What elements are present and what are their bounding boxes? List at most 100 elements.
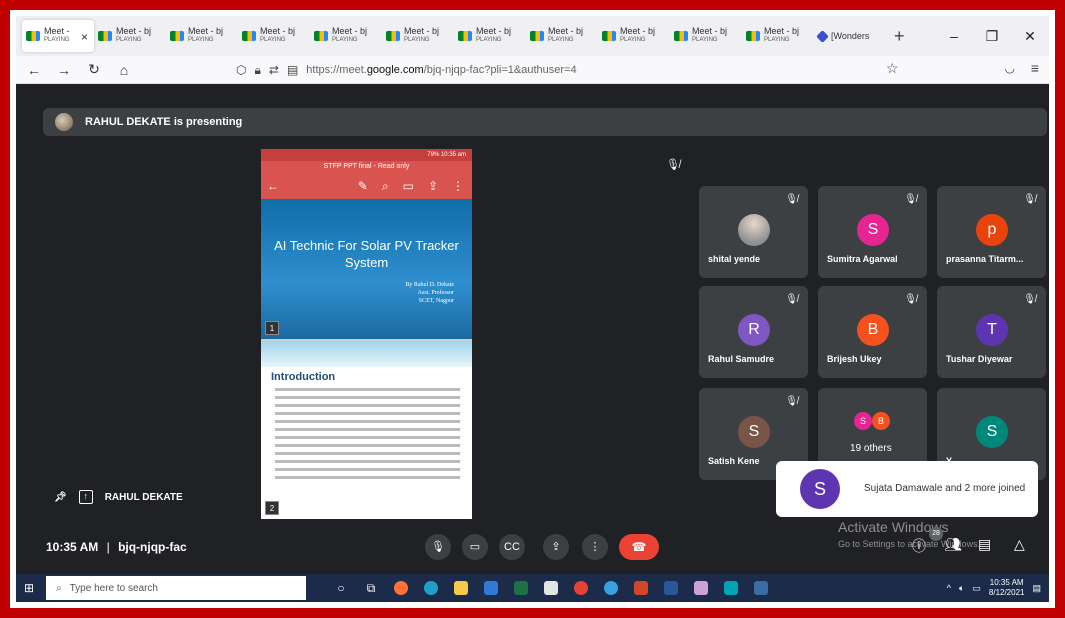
browser-tab[interactable]: Meet - bj PLAYING	[382, 20, 454, 52]
browser-tab[interactable]: Meet - bj PLAYING	[670, 20, 742, 52]
close-window-icon[interactable]: ✕	[1011, 28, 1049, 45]
participant-tile[interactable]: 🎙︎̸ B Brijesh Ukey	[818, 286, 927, 378]
notifications-icon[interactable]: ▤	[1032, 583, 1041, 594]
browser-tab[interactable]: Meet - bj PLAYING	[94, 20, 166, 52]
notification-text: Sujata Damawale and 2 more joined	[864, 483, 1026, 494]
participant-tile[interactable]: 🎙︎̸ R Rahul Samudre	[699, 286, 808, 378]
store-icon[interactable]	[536, 578, 566, 598]
bookmark-star-icon[interactable]: ☆	[886, 60, 899, 77]
back-icon[interactable]: ←	[22, 62, 46, 78]
slide-page-2: Introduction 2	[261, 341, 472, 519]
browser-tab-wondershare[interactable]: [Wonders	[814, 20, 886, 52]
reload-icon[interactable]: ↻	[82, 61, 106, 78]
tab-title: Meet - bj	[476, 27, 512, 36]
edge-icon[interactable]	[416, 578, 446, 598]
browser-tab[interactable]: Meet - bj PLAYING	[166, 20, 238, 52]
avatar: S	[976, 416, 1008, 448]
tab-title: Meet - bj	[260, 27, 296, 36]
mic-off-icon: 🎙︎̸	[785, 294, 798, 305]
tab-title: Meet - bj	[116, 27, 152, 36]
separator: |	[106, 540, 110, 554]
chevron-up-icon[interactable]: ^	[947, 583, 951, 593]
slide-text-line	[275, 468, 460, 471]
google-meet-icon	[746, 31, 760, 41]
leave-call-button[interactable]: ☎	[619, 534, 659, 560]
slide-text-line	[275, 404, 460, 407]
network-icon[interactable]: ▭	[972, 583, 981, 594]
camera-button[interactable]: ▭	[462, 534, 488, 560]
tab-status: PLAYING	[548, 37, 574, 43]
slide-author: By Rahul D. Dekate Asst. Professor SCET,…	[405, 281, 454, 305]
chat-icon[interactable]: ▤	[978, 536, 991, 553]
present-now-button[interactable]: ⇪	[543, 534, 569, 560]
browser-tab[interactable]: Meet - bj PLAYING	[310, 20, 382, 52]
avatar	[55, 113, 73, 131]
excel-icon[interactable]	[506, 578, 536, 598]
meeting-info: 10:35 AM | bjq-njqp-fac	[46, 540, 187, 554]
meeting-details-icon[interactable]: ⓘ	[912, 536, 926, 556]
address-bar[interactable]: ⬡ 🔒︎ ⇄ ▤ https://meet.google.com/bjq-njq…	[236, 60, 926, 80]
taskbar-search[interactable]: ⌕ Type here to search	[46, 576, 306, 600]
close-tab-icon[interactable]: ×	[81, 30, 88, 44]
mail-icon[interactable]	[476, 578, 506, 598]
slide-heading: Introduction	[271, 371, 336, 383]
tab-status: PLAYING	[764, 37, 790, 43]
browser-tab[interactable]: Meet - bj PLAYING	[454, 20, 526, 52]
browser-nav-bar: ← → ↻ ⌂ ⬡ 🔒︎ ⇄ ▤ https://meet.google.com…	[16, 56, 1049, 84]
home-icon[interactable]: ⌂	[112, 62, 136, 78]
menu-icon[interactable]: ≡	[1031, 60, 1039, 76]
browser-tab[interactable]: Meet - PLAYING ×	[22, 20, 94, 52]
avatar	[738, 214, 770, 246]
phone-status: 79% 10:35 am	[427, 152, 466, 158]
taskbar-clock[interactable]: 10:35 AM 8/12/2021	[989, 578, 1025, 598]
captions-button[interactable]: CC	[499, 534, 525, 560]
google-meet-icon	[170, 31, 184, 41]
slide-text-line	[275, 388, 460, 391]
meet-app-icon[interactable]	[716, 578, 746, 598]
activities-icon[interactable]: △	[1014, 536, 1025, 553]
browser-tab[interactable]: Meet - bj PLAYING	[526, 20, 598, 52]
url-path: /bjq-njqp-fac?pli=1&authuser=4	[423, 64, 577, 76]
google-meet-icon	[386, 31, 400, 41]
presentation-screen: 79% 10:35 am STFP PPT final - Read only …	[261, 149, 472, 519]
task-view-icon[interactable]: ⧉	[356, 578, 386, 598]
forward-icon[interactable]: →	[52, 62, 76, 78]
tab-status: PLAYING	[620, 37, 646, 43]
avatar: S	[854, 412, 872, 430]
more-options-button[interactable]: ⋮	[582, 534, 608, 560]
file-explorer-icon[interactable]	[446, 578, 476, 598]
firefox-icon[interactable]	[386, 578, 416, 598]
google-meet-icon	[602, 31, 616, 41]
chrome-icon[interactable]	[566, 578, 596, 598]
powerpoint-icon[interactable]	[626, 578, 656, 598]
cortana-icon[interactable]: ○	[326, 578, 356, 598]
restore-icon[interactable]: ❐	[973, 28, 1011, 45]
permissions-icon[interactable]: ⇄	[269, 63, 279, 77]
participant-tile[interactable]: 🎙︎̸ S Sumitra Agarwal	[818, 186, 927, 278]
meeting-code: bjq-njqp-fac	[118, 540, 187, 554]
join-notification: S Sujata Damawale and 2 more joined	[776, 461, 1038, 517]
browser-tab[interactable]: Meet - bj PLAYING	[238, 20, 310, 52]
page-number: 1	[265, 321, 279, 335]
browser-tab[interactable]: Meet - bj PLAYING	[598, 20, 670, 52]
author-line: SCET, Nagpur	[418, 298, 454, 304]
ie-icon[interactable]	[596, 578, 626, 598]
paint-icon[interactable]	[686, 578, 716, 598]
minimize-icon[interactable]: –	[935, 28, 973, 44]
browser-tab[interactable]: Meet - bj PLAYING	[742, 20, 814, 52]
reader-view-icon[interactable]: ▤	[287, 63, 298, 77]
microphone-button[interactable]: 🎙︎	[425, 534, 451, 560]
participant-tile[interactable]: 🎙︎̸ T Tushar Diyewar	[937, 286, 1046, 378]
word-icon[interactable]	[656, 578, 686, 598]
people-icon[interactable]: 👥︎	[944, 536, 962, 553]
new-tab-icon[interactable]: +	[894, 26, 905, 47]
photos-icon[interactable]	[746, 578, 776, 598]
windows-start-icon[interactable]: ⊞	[16, 581, 42, 595]
volume-muted-icon[interactable]: 🔈︎	[959, 583, 964, 594]
pocket-icon[interactable]: ◡	[1005, 61, 1015, 75]
search-placeholder: Type here to search	[69, 582, 158, 594]
screen: Meet - PLAYING × Meet - bj PLAYING Meet - …	[16, 16, 1049, 602]
participant-tile[interactable]: 🎙︎̸ p prasanna Titarm...	[937, 186, 1046, 278]
participant-tile[interactable]: 🎙︎̸ shital yende	[699, 186, 808, 278]
pin-icon[interactable]: 📌︎	[54, 492, 67, 503]
